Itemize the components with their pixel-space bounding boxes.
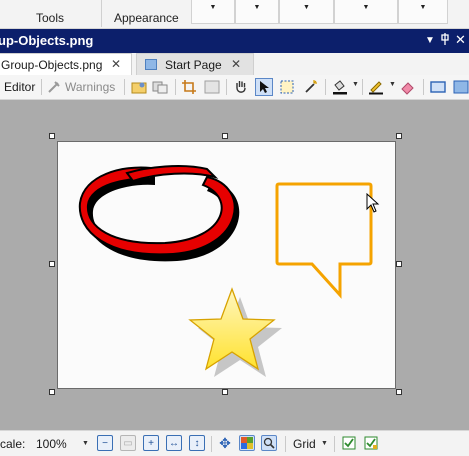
selection-handle[interactable] <box>396 261 402 267</box>
ribbon-dropdown-button[interactable]: ▼ <box>334 0 398 24</box>
dropdown-arrow-icon: ▼ <box>253 4 261 11</box>
toolbar-divider <box>175 79 176 95</box>
chevron-down-icon[interactable]: ▼ <box>425 35 435 46</box>
fill-icon[interactable] <box>331 78 349 96</box>
toolbar-divider <box>334 436 335 452</box>
status-bar: cale: 100% ▼ − ▭ + ↔ ↕ ✥ Grid ▼ <box>0 430 469 456</box>
resize-icon[interactable] <box>203 78 221 96</box>
ribbon-dropdown-button[interactable]: ▼ <box>235 0 279 24</box>
magic-wand-icon[interactable] <box>302 78 320 96</box>
selection-handle[interactable] <box>396 389 402 395</box>
crop-icon[interactable] <box>180 78 198 96</box>
close-icon[interactable]: ✕ <box>231 57 241 71</box>
scale-label: cale: <box>0 437 26 451</box>
document-title-bar: up-Objects.png ▼ ✕ <box>0 29 469 53</box>
pin-icon[interactable] <box>439 32 451 49</box>
dropdown-arrow-icon: ▼ <box>362 4 370 11</box>
pointer-icon[interactable] <box>255 78 273 96</box>
zoom-out-icon[interactable]: − <box>97 435 113 451</box>
validate-all-icon[interactable] <box>363 435 379 451</box>
ribbon-dropdown-button[interactable]: ▼ <box>191 0 235 24</box>
tab-start-page[interactable]: Start Page ✕ <box>136 53 254 75</box>
dropdown-arrow-icon[interactable]: ▼ <box>389 81 396 88</box>
zoom-in-icon[interactable]: + <box>143 435 159 451</box>
zoom-tool-icon[interactable] <box>261 435 277 451</box>
tab-group-objects[interactable]: Group-Objects.png ✕ <box>0 53 132 75</box>
dropdown-arrow-icon[interactable]: ▼ <box>82 440 89 447</box>
dropdown-arrow-icon[interactable]: ▼ <box>352 81 359 88</box>
ribbon-dropdown-button[interactable]: ▼ <box>398 0 448 24</box>
toolbar-divider <box>325 79 326 95</box>
image-canvas[interactable] <box>57 141 396 389</box>
editor-toolbar: Editor Warnings ▼ ▼ <box>0 75 469 100</box>
tab-label: Start Page <box>165 58 222 72</box>
selection-handle[interactable] <box>49 389 55 395</box>
selection-handle[interactable] <box>49 261 55 267</box>
toolbar-divider <box>226 79 227 95</box>
red-ellipse-shape[interactable] <box>78 165 240 262</box>
toolbar-divider <box>285 436 286 452</box>
mouse-cursor-icon <box>366 192 380 216</box>
marquee-icon[interactable] <box>278 78 296 96</box>
toolbar-divider <box>423 79 424 95</box>
ribbon: Tools Appearance ▼ ▼ ▼ ▼ ▼ <box>0 0 469 29</box>
dropdown-arrow-icon: ▼ <box>419 4 427 11</box>
validate-icon[interactable] <box>341 435 357 451</box>
dropdown-arrow-icon[interactable]: ▼ <box>321 440 328 447</box>
warnings-icon <box>46 79 62 98</box>
ribbon-dropdown-button[interactable]: ▼ <box>279 0 334 24</box>
fit-height-icon[interactable]: ↕ <box>189 435 205 451</box>
selection-handle[interactable] <box>222 133 228 139</box>
document-tab-strip: Group-Objects.png ✕ Start Page ✕ <box>0 53 469 76</box>
editor-label[interactable]: Editor <box>4 80 35 94</box>
pan-icon[interactable]: ✥ <box>217 435 233 451</box>
document-title: up-Objects.png <box>0 33 94 48</box>
selection-handle[interactable] <box>222 389 228 395</box>
pen-icon[interactable] <box>367 78 385 96</box>
close-icon[interactable]: ✕ <box>111 57 121 71</box>
grid-label[interactable]: Grid <box>293 437 316 451</box>
selection-handle[interactable] <box>396 133 402 139</box>
fit-width-icon[interactable]: ↔ <box>166 435 182 451</box>
toolbar-divider <box>41 79 42 95</box>
tab-label: Group-Objects.png <box>1 58 103 72</box>
star-shape[interactable] <box>188 287 282 377</box>
checkerboard-icon[interactable] <box>239 435 255 451</box>
palette-icon[interactable] <box>452 78 469 96</box>
toolbar-divider <box>211 436 212 452</box>
close-icon[interactable]: ✕ <box>455 32 466 48</box>
start-page-icon <box>145 59 157 70</box>
dropdown-arrow-icon: ▼ <box>209 4 217 11</box>
ribbon-group-label-tools: Tools <box>36 11 65 25</box>
ribbon-group-label-appearance: Appearance <box>114 11 179 25</box>
hand-icon[interactable] <box>232 78 250 96</box>
zoom-actual-icon[interactable]: ▭ <box>120 435 136 451</box>
open-icon[interactable] <box>130 78 148 96</box>
dropdown-arrow-icon: ▼ <box>303 4 310 11</box>
eraser-icon[interactable] <box>399 78 417 96</box>
callout-shape[interactable] <box>275 182 373 299</box>
warnings-label[interactable]: Warnings <box>65 80 115 94</box>
copy-icon[interactable] <box>151 78 169 96</box>
toolbar-divider <box>124 79 125 95</box>
ribbon-divider <box>101 0 102 27</box>
selection-handle[interactable] <box>49 133 55 139</box>
rectangle-icon[interactable] <box>429 78 447 96</box>
scale-value[interactable]: 100% <box>36 437 67 451</box>
toolbar-divider <box>362 79 363 95</box>
